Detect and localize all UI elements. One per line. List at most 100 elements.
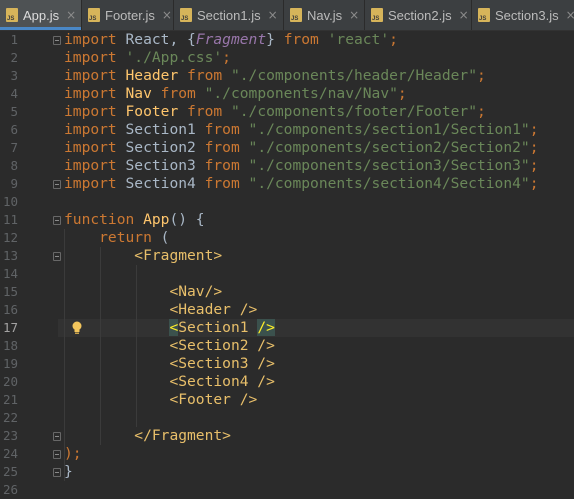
- lightbulb-icon[interactable]: [71, 321, 83, 335]
- code-line[interactable]: import Section3 from "./components/secti…: [64, 157, 539, 175]
- code-line[interactable]: return (: [64, 229, 169, 247]
- code-editor[interactable]: 1 import React, {Fragment} from 'react'; 2…: [0, 31, 574, 497]
- tab-close-icon[interactable]: ×: [349, 8, 359, 22]
- code-token: 'react': [327, 31, 390, 48]
- code-token: "./components/section2/Section2": [248, 139, 530, 156]
- editor-tab-bar: App.js×Footer.js×Section1.js×Nav.js×Sect…: [0, 0, 574, 31]
- code-token: "./components/section1/Section1": [248, 121, 530, 138]
- tab-section3-js[interactable]: Section3.js ×: [472, 0, 574, 30]
- code-token: from: [187, 67, 231, 84]
- js-file-icon: [371, 8, 383, 22]
- code-token: }: [64, 463, 73, 480]
- tab-close-icon[interactable]: ×: [66, 8, 76, 22]
- code-token: Section1: [125, 121, 205, 138]
- line-number: 17: [2, 320, 18, 335]
- fold-toggle-icon[interactable]: [53, 468, 61, 477]
- code-token: Section2: [125, 139, 205, 156]
- line-number: 4: [10, 86, 18, 101]
- line-number: 13: [2, 248, 18, 263]
- code-token: from: [204, 157, 249, 174]
- code-token: App: [143, 211, 170, 228]
- tab-label: App.js: [23, 7, 60, 23]
- tab-close-icon[interactable]: ×: [459, 8, 469, 22]
- code-line[interactable]: import './App.css';: [64, 49, 231, 67]
- js-file-icon: [290, 8, 302, 22]
- tab-app-js[interactable]: App.js ×: [0, 0, 82, 30]
- code-token: ;: [476, 67, 486, 84]
- line-number: 24: [2, 446, 18, 461]
- code-line[interactable]: <Section4 />: [64, 373, 274, 391]
- line-number: 15: [2, 284, 18, 299]
- code-token: import: [64, 31, 126, 48]
- fold-toggle-icon[interactable]: [53, 450, 61, 459]
- code-line[interactable]: import Header from "./components/header/…: [64, 67, 486, 85]
- line-number: 8: [10, 158, 18, 173]
- line-number: 1: [10, 32, 18, 47]
- code-line[interactable]: <Header />: [64, 301, 257, 319]
- code-token: import: [64, 85, 126, 102]
- tab-section2-js[interactable]: Section2.js ×: [365, 0, 472, 30]
- code-line[interactable]: import Section1 from "./components/secti…: [64, 121, 539, 139]
- line-number: 10: [2, 194, 18, 209]
- code-token: </Fragment>: [134, 427, 231, 444]
- fold-toggle-icon[interactable]: [53, 216, 61, 225]
- code-token: './App.css': [125, 49, 223, 66]
- code-token: import: [64, 103, 126, 120]
- line-number: 6: [10, 122, 18, 137]
- fold-toggle-icon[interactable]: [53, 36, 61, 45]
- code-token: "./components/nav/Nav": [204, 85, 398, 102]
- line-number: 26: [2, 482, 18, 497]
- fold-toggle-icon[interactable]: [53, 252, 61, 261]
- code-line[interactable]: <Section1 />: [64, 319, 275, 337]
- code-line[interactable]: import Section4 from "./components/secti…: [64, 175, 539, 193]
- tab-label: Section2.js: [388, 7, 452, 23]
- tab-close-icon[interactable]: ×: [162, 8, 172, 22]
- code-line[interactable]: <Section2 />: [64, 337, 274, 355]
- code-line[interactable]: );: [64, 445, 82, 463]
- tab-close-icon[interactable]: ×: [268, 8, 278, 22]
- line-number: 18: [2, 338, 18, 353]
- line-number: 14: [2, 266, 18, 281]
- code-token: <Footer />: [169, 391, 258, 408]
- code-line[interactable]: <Fragment>: [64, 247, 222, 265]
- js-file-icon: [478, 8, 490, 22]
- code-line[interactable]: <Nav/>: [64, 283, 222, 301]
- tab-close-icon[interactable]: ×: [566, 8, 574, 22]
- tab-section1-js[interactable]: Section1.js ×: [174, 0, 284, 30]
- code-token: );: [64, 445, 82, 462]
- line-number: 2: [10, 50, 18, 65]
- line-number: 19: [2, 356, 18, 371]
- fold-toggle-icon[interactable]: [53, 180, 61, 189]
- code-line[interactable]: <Footer />: [64, 391, 257, 409]
- code-line[interactable]: function App() {: [64, 211, 205, 229]
- code-line[interactable]: </Fragment>: [64, 427, 231, 445]
- code-token: ;: [529, 157, 539, 174]
- code-line[interactable]: <Section3 />: [64, 355, 274, 373]
- code-line[interactable]: import Footer from "./components/footer/…: [64, 103, 486, 121]
- tab-nav-js[interactable]: Nav.js ×: [284, 0, 365, 30]
- code-token: ;: [222, 49, 231, 66]
- code-line[interactable]: }: [64, 463, 73, 481]
- code-token: "./components/footer/Footer": [230, 103, 477, 120]
- code-token: function: [64, 211, 144, 228]
- fold-toggle-icon[interactable]: [53, 432, 61, 441]
- line-number: 16: [2, 302, 18, 317]
- code-token: from: [283, 31, 328, 48]
- code-token: import: [64, 121, 126, 138]
- tab-footer-js[interactable]: Footer.js ×: [82, 0, 174, 30]
- code-token: import: [64, 67, 126, 84]
- code-token: Header: [125, 67, 188, 84]
- code-line[interactable]: import React, {Fragment} from 'react';: [64, 31, 398, 49]
- code-token: />: [257, 319, 275, 336]
- js-file-icon: [180, 8, 192, 22]
- code-token: Footer: [125, 103, 188, 120]
- line-number: 21: [2, 392, 18, 407]
- line-number: 25: [2, 464, 18, 479]
- code-line[interactable]: import Nav from "./components/nav/Nav";: [64, 85, 407, 103]
- code-token: "./components/section4/Section4": [248, 175, 530, 192]
- code-token: import: [64, 175, 126, 192]
- code-line[interactable]: import Section2 from "./components/secti…: [64, 139, 539, 157]
- code-token: from: [204, 121, 249, 138]
